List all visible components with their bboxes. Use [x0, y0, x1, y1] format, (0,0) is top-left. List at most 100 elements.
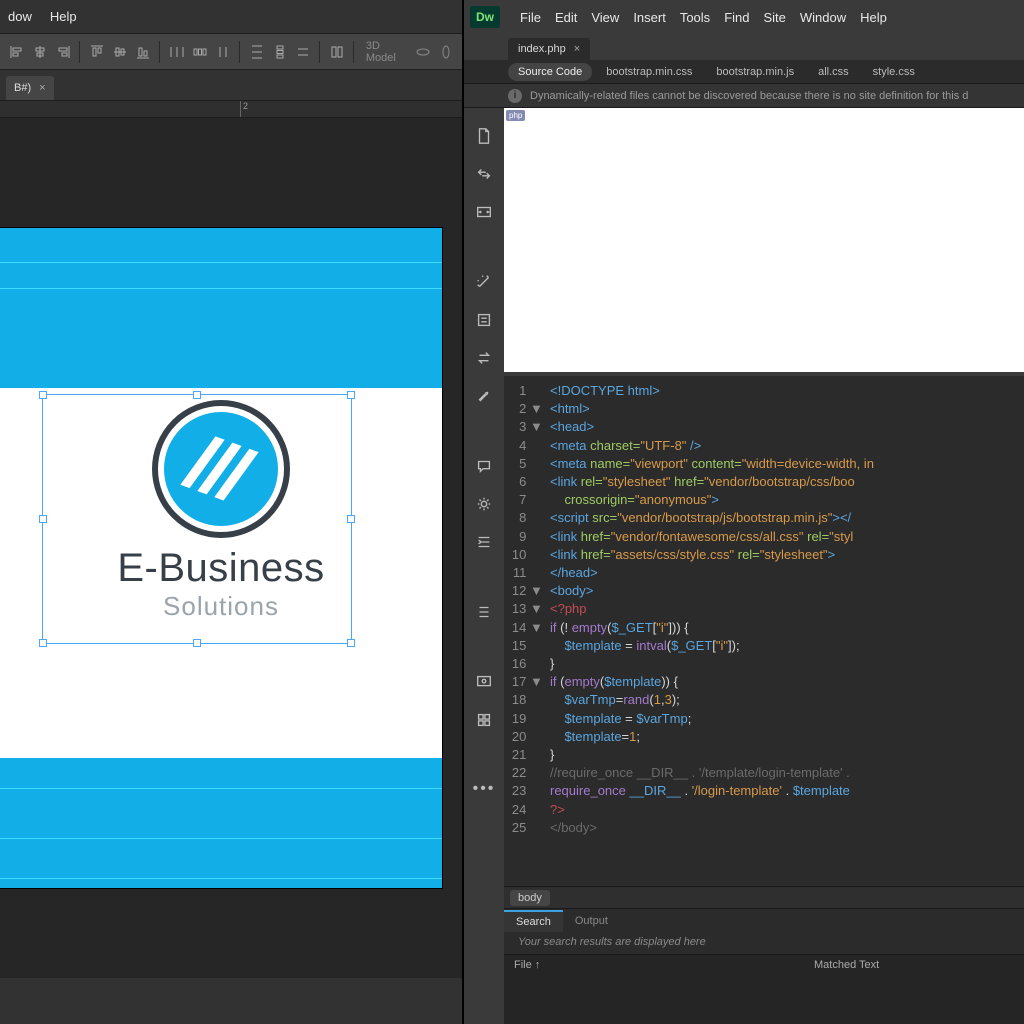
guide-line[interactable]	[0, 788, 442, 789]
menu-edit[interactable]: Edit	[555, 10, 577, 25]
new-file-icon[interactable]	[474, 126, 494, 146]
left-document-tabs: B#) ×	[0, 70, 462, 100]
align-bottom-icon[interactable]	[132, 39, 153, 65]
left-align-toolbar: 3D Model	[0, 34, 462, 70]
dw-related-files: Source Code bootstrap.min.css bootstrap.…	[464, 60, 1024, 84]
search-col-matched[interactable]: Matched Text	[804, 955, 889, 976]
selection-handle[interactable]	[347, 515, 355, 523]
search-col-file[interactable]: File ↑	[504, 955, 804, 976]
menu-help[interactable]: Help	[50, 9, 77, 24]
align-vcenter-icon[interactable]	[109, 39, 130, 65]
subtab-bootstrap-js[interactable]: bootstrap.min.js	[706, 63, 804, 81]
selection-handle[interactable]	[193, 391, 201, 399]
more-icon[interactable]: •••	[473, 780, 496, 798]
menu-window[interactable]: dow	[8, 9, 32, 24]
live-preview-pane[interactable]: php	[504, 108, 1024, 376]
subtab-bootstrap-css[interactable]: bootstrap.min.css	[596, 63, 702, 81]
document-tab-label: B#)	[14, 82, 31, 94]
dw-menubar: Dw File Edit View Insert Tools Find Site…	[464, 0, 1024, 34]
preview-icon[interactable]	[474, 672, 494, 692]
close-icon[interactable]: ×	[574, 43, 580, 55]
menu-window[interactable]: Window	[800, 10, 846, 25]
subtab-all-css[interactable]: all.css	[808, 63, 859, 81]
selection-handle[interactable]	[39, 391, 47, 399]
menu-tools[interactable]: Tools	[680, 10, 710, 25]
dreamweaver-window: Dw File Edit View Insert Tools Find Site…	[462, 0, 1024, 1024]
document-tab[interactable]: B#) ×	[6, 76, 54, 100]
comment-icon[interactable]	[474, 456, 494, 476]
php-badge: php	[506, 110, 525, 121]
artboard[interactable]: E-Business Solutions	[0, 228, 442, 888]
warning-bar: i Dynamically-related files cannot be di…	[464, 84, 1024, 108]
align-hcenter-icon[interactable]	[29, 39, 50, 65]
selection-handle[interactable]	[39, 639, 47, 647]
dw-file-tabs: index.php ×	[464, 34, 1024, 60]
ruler-tick: 2	[240, 101, 248, 117]
guide-line[interactable]	[0, 838, 442, 839]
white-band: E-Business Solutions	[0, 388, 442, 758]
search-results-empty	[504, 976, 1024, 1024]
align-left-icon[interactable]	[6, 39, 27, 65]
tab-output[interactable]: Output	[563, 911, 620, 931]
rotate-3d2-icon[interactable]	[435, 39, 456, 65]
menu-file[interactable]: File	[520, 10, 541, 25]
menu-help[interactable]: Help	[860, 10, 887, 25]
subtab-source-code[interactable]: Source Code	[508, 63, 592, 81]
tag-chip-body[interactable]: body	[510, 890, 550, 906]
wrench-icon[interactable]	[474, 386, 494, 406]
selection-handle[interactable]	[347, 391, 355, 399]
horizontal-ruler[interactable]: 2	[0, 100, 462, 118]
canvas-area[interactable]: E-Business Solutions	[0, 118, 462, 978]
menu-find[interactable]: Find	[724, 10, 749, 25]
align-top-icon[interactable]	[86, 39, 107, 65]
illustrator-window: dow Help 3D Model	[0, 0, 462, 1024]
snippet-icon[interactable]	[474, 310, 494, 330]
left-statusbar	[0, 978, 462, 1024]
toolbar-3d-label: 3D Model	[360, 40, 410, 64]
menu-insert[interactable]: Insert	[633, 10, 666, 25]
grid-icon[interactable]	[474, 710, 494, 730]
close-icon[interactable]: ×	[39, 82, 45, 94]
tab-search[interactable]: Search	[504, 910, 563, 932]
rotate-3d-icon[interactable]	[412, 39, 433, 65]
warning-text: Dynamically-related files cannot be disc…	[530, 90, 968, 102]
file-tab-label: index.php	[518, 43, 566, 55]
menu-view[interactable]: View	[591, 10, 619, 25]
wand-icon[interactable]	[474, 272, 494, 292]
guide-line[interactable]	[0, 288, 442, 289]
distribute-vb-icon[interactable]	[292, 39, 313, 65]
dw-logo-icon: Dw	[470, 6, 500, 28]
menu-site[interactable]: Site	[763, 10, 785, 25]
distribute-vc-icon[interactable]	[269, 39, 290, 65]
selection-handle[interactable]	[347, 639, 355, 647]
subtab-style-css[interactable]: style.css	[863, 63, 925, 81]
selection-handle[interactable]	[39, 515, 47, 523]
warning-icon: i	[508, 89, 522, 103]
search-placeholder-text: Your search results are displayed here	[504, 932, 1024, 954]
bottom-panel-tabs: Search Output	[504, 908, 1024, 932]
code-lines[interactable]: <!DOCTYPE html><html><head><meta charset…	[544, 376, 1024, 886]
dw-left-toolbar: •••	[464, 108, 504, 1024]
selection-handle[interactable]	[193, 639, 201, 647]
search-results-header: File ↑ Matched Text	[504, 954, 1024, 976]
align-right-icon[interactable]	[52, 39, 73, 65]
updown-icon[interactable]	[474, 164, 494, 184]
collapse-icon[interactable]	[474, 602, 494, 622]
code-editor[interactable]: 1 2 ▼3 ▼4 5 6 7 8 9 10 11 12 ▼13 ▼14 ▼15…	[504, 376, 1024, 886]
left-menubar: dow Help	[0, 0, 462, 34]
distribute-h-icon[interactable]	[166, 39, 187, 65]
spacing-icon[interactable]	[326, 39, 347, 65]
guide-line[interactable]	[0, 262, 442, 263]
distribute-v-icon[interactable]	[246, 39, 267, 65]
selection-box[interactable]	[42, 394, 352, 644]
guide-line[interactable]	[0, 878, 442, 879]
swap-icon[interactable]	[474, 348, 494, 368]
indent-icon[interactable]	[474, 532, 494, 552]
gear-icon[interactable]	[474, 494, 494, 514]
distribute-hr-icon[interactable]	[212, 39, 233, 65]
line-gutter: 1 2 ▼3 ▼4 5 6 7 8 9 10 11 12 ▼13 ▼14 ▼15…	[504, 376, 544, 886]
file-tab-index[interactable]: index.php ×	[508, 38, 590, 60]
tag-path: body	[504, 886, 1024, 908]
distribute-hc-icon[interactable]	[189, 39, 210, 65]
code-icon[interactable]	[474, 202, 494, 222]
